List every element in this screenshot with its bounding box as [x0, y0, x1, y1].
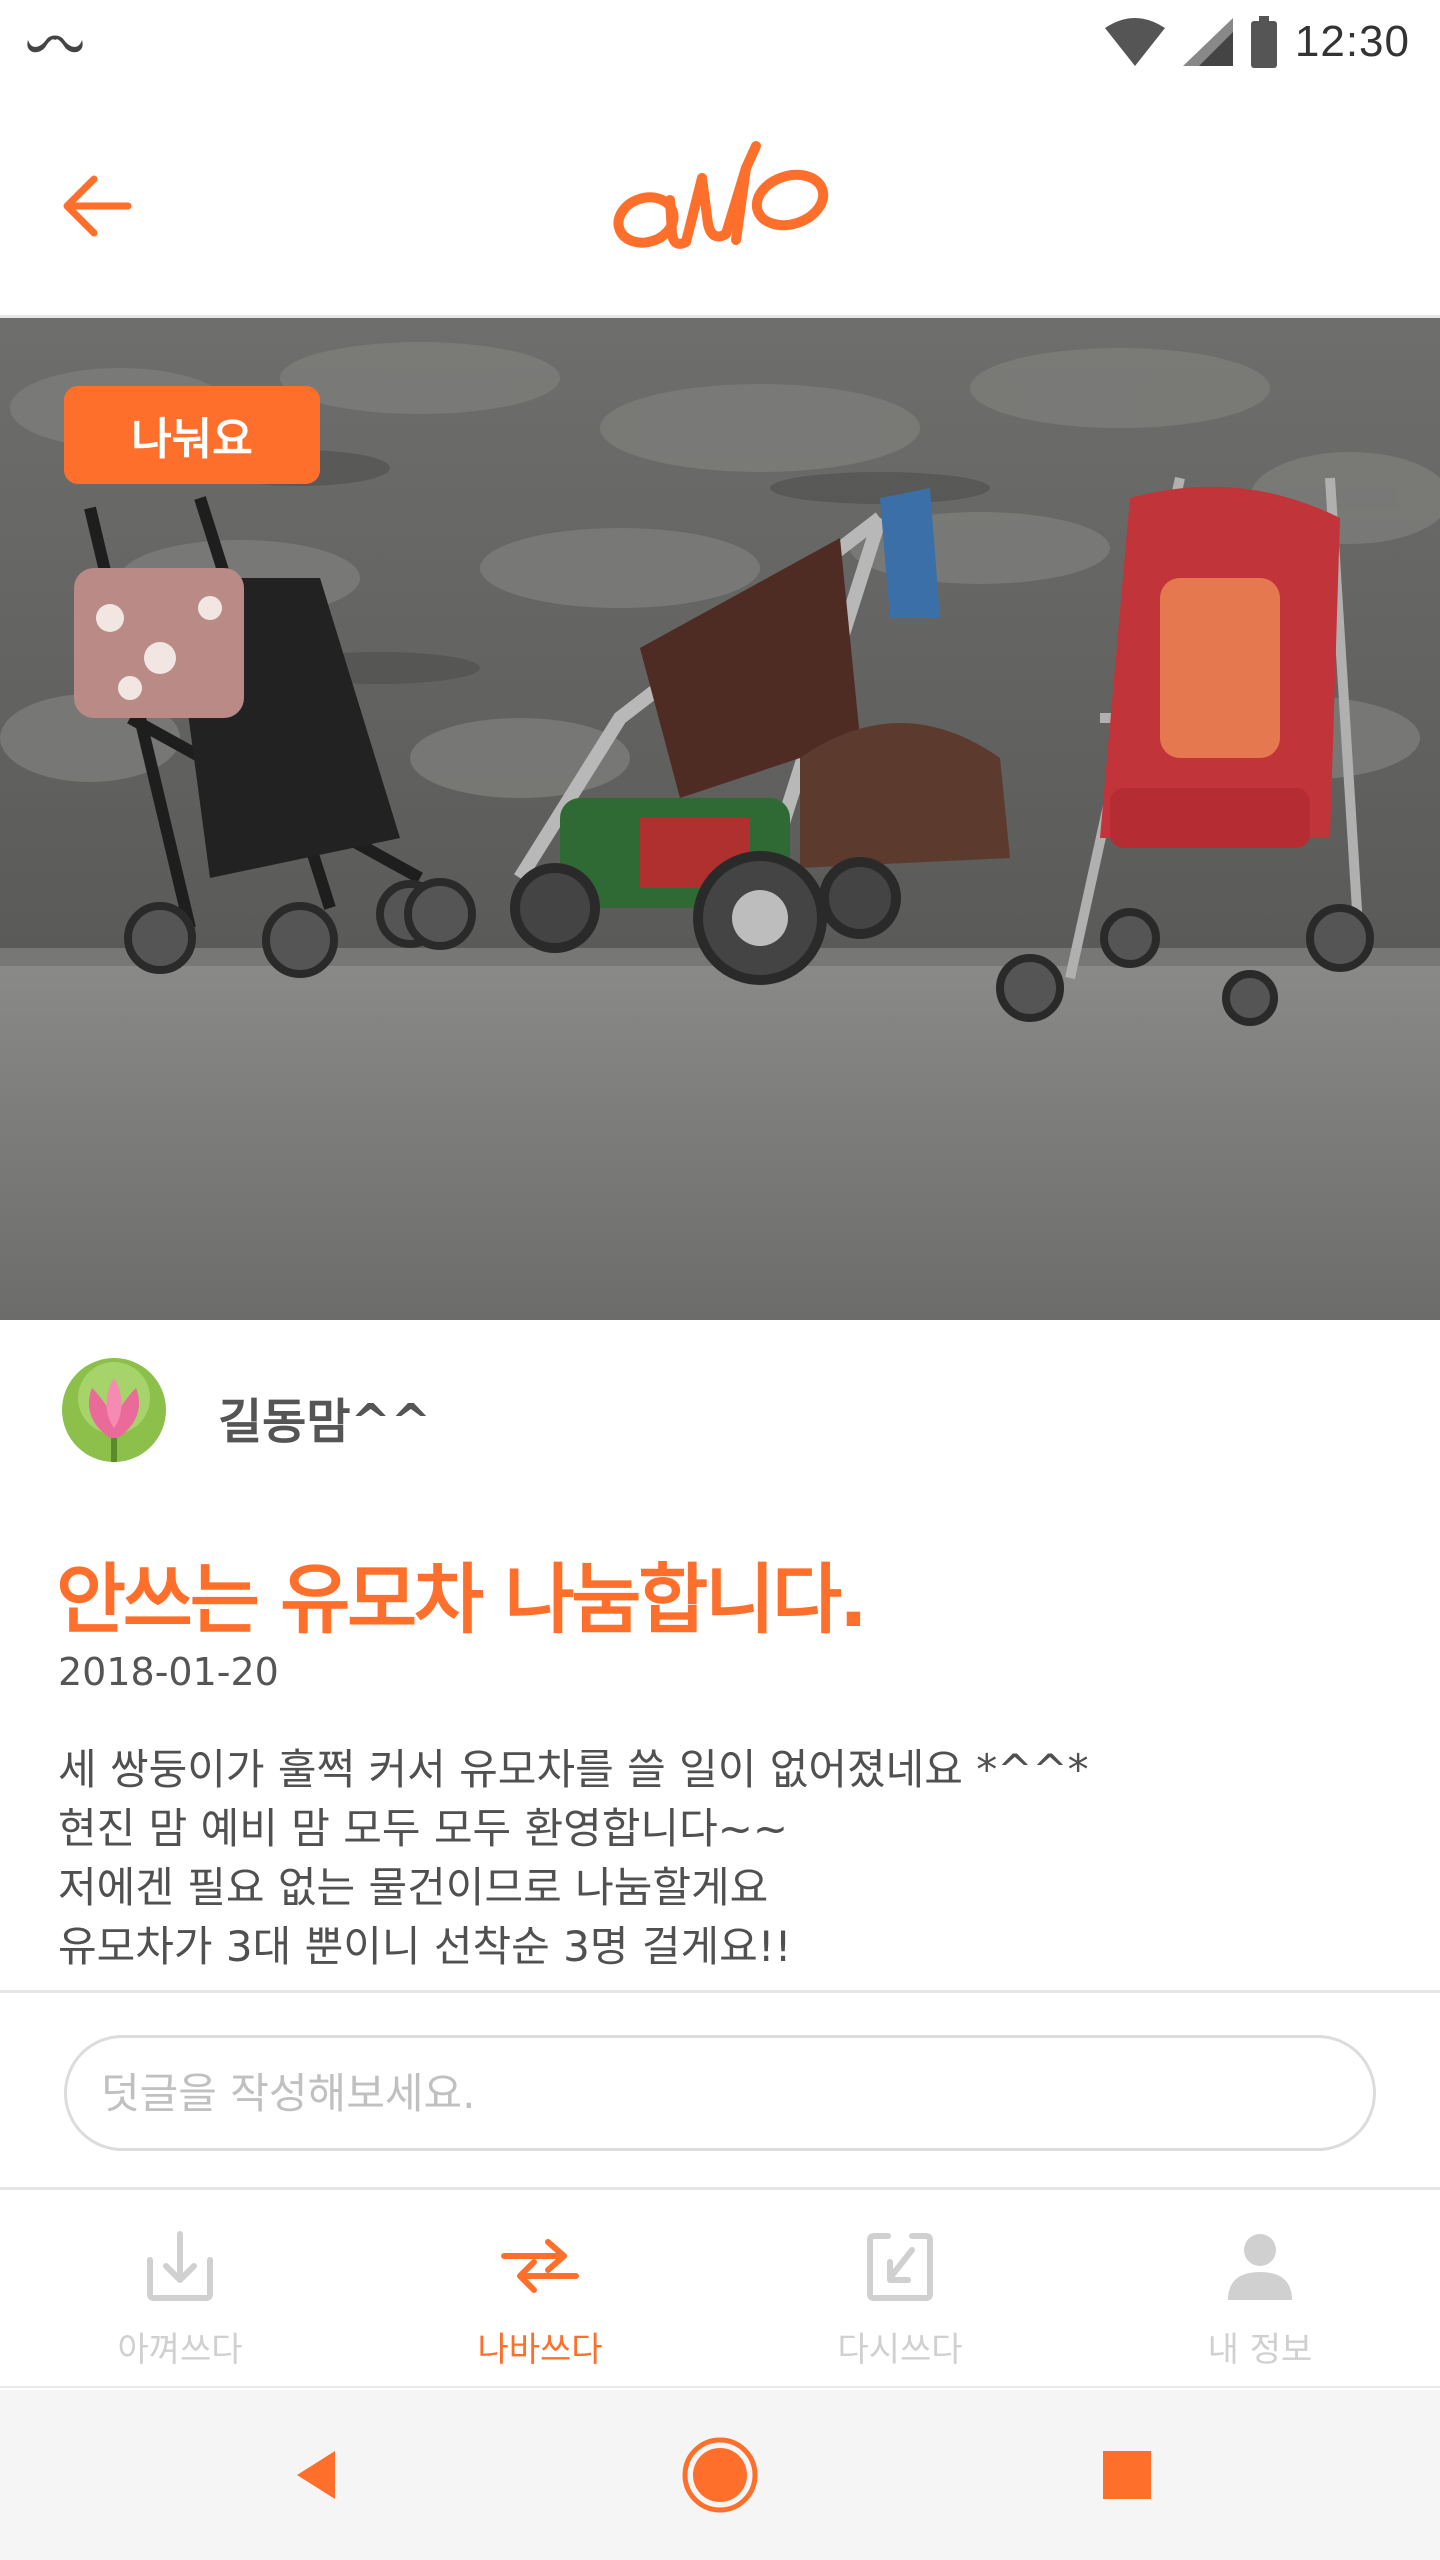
tab-reuse[interactable]: 다시쓰다 — [720, 2196, 1080, 2388]
nav-recent-button[interactable] — [1082, 2430, 1172, 2520]
nav-back-button[interactable] — [272, 2430, 362, 2520]
post-body-line: 저에겐 필요 없는 물건이므로 나눔할게요 — [58, 1863, 769, 1912]
share-badge: 나눠요 — [64, 386, 320, 484]
tab-label: 내 정보 — [1207, 2330, 1313, 2370]
post-body-line: 세 쌍둥이가 훌쩍 커서 유모차를 쓸 일이 없어졌네요 *^^* — [58, 1745, 1089, 1794]
tab-label: 다시쓰다 — [837, 2330, 963, 2370]
status-right: 12:30 — [1104, 12, 1410, 72]
battery-icon — [1250, 16, 1277, 68]
lotus-avatar-image — [62, 1358, 166, 1462]
author-row[interactable]: 길동맘^^ — [0, 1320, 1440, 1490]
status-bar: 12:30 — [0, 0, 1440, 84]
tab-save[interactable]: 아껴쓰다 — [0, 2196, 360, 2388]
back-button[interactable] — [52, 166, 142, 246]
person-icon — [1228, 2234, 1292, 2300]
bottom-tab-bar: 아껴쓰다 나바쓰다 다시쓰다 내 정보 — [0, 2196, 1440, 2388]
tab-label: 나바쓰다 — [477, 2330, 603, 2370]
app-header — [0, 84, 1440, 318]
return-box-icon — [867, 2233, 933, 2301]
post-body-line: 유모차가 3대 뿐이니 선착순 3명 걸게요!! — [58, 1922, 792, 1971]
signal-icon — [1182, 18, 1233, 66]
mustache-icon — [27, 35, 83, 53]
avatar[interactable] — [62, 1358, 166, 1462]
post-photo: 나눠요 — [0, 318, 1440, 1320]
wifi-icon — [1104, 18, 1165, 66]
post-body-line: 현진 맘 예비 맘 모두 모두 환영합니다~~ — [58, 1804, 789, 1853]
nav-back-icon — [297, 2451, 335, 2499]
app-logo — [613, 141, 829, 249]
tab-exchange[interactable]: 나바쓰다 — [360, 2196, 720, 2388]
post-title: 안쓰는 유모차 나눔합니다. — [56, 1555, 868, 1644]
system-nav-bar — [0, 2390, 1440, 2560]
comment-input[interactable] — [64, 2035, 1376, 2151]
tab-my-info[interactable]: 내 정보 — [1080, 2196, 1440, 2388]
nav-home-button[interactable] — [675, 2430, 765, 2520]
nav-recent-icon — [1103, 2451, 1151, 2499]
author-name[interactable]: 길동맘^^ — [218, 1382, 431, 1452]
tab-label: 아껴쓰다 — [117, 2330, 243, 2370]
nav-home-icon — [682, 2437, 758, 2513]
download-box-icon — [147, 2231, 213, 2301]
arrow-left-icon — [63, 175, 132, 237]
comment-area — [0, 1990, 1440, 2190]
post-date: 2018-01-20 — [58, 1650, 279, 1694]
post-body: 세 쌍둥이가 훌쩍 커서 유모차를 쓸 일이 없어졌네요 *^^* 현진 맘 예… — [58, 1740, 1378, 1976]
exchange-arrows-icon — [501, 2239, 579, 2293]
status-time: 12:30 — [1294, 17, 1410, 66]
